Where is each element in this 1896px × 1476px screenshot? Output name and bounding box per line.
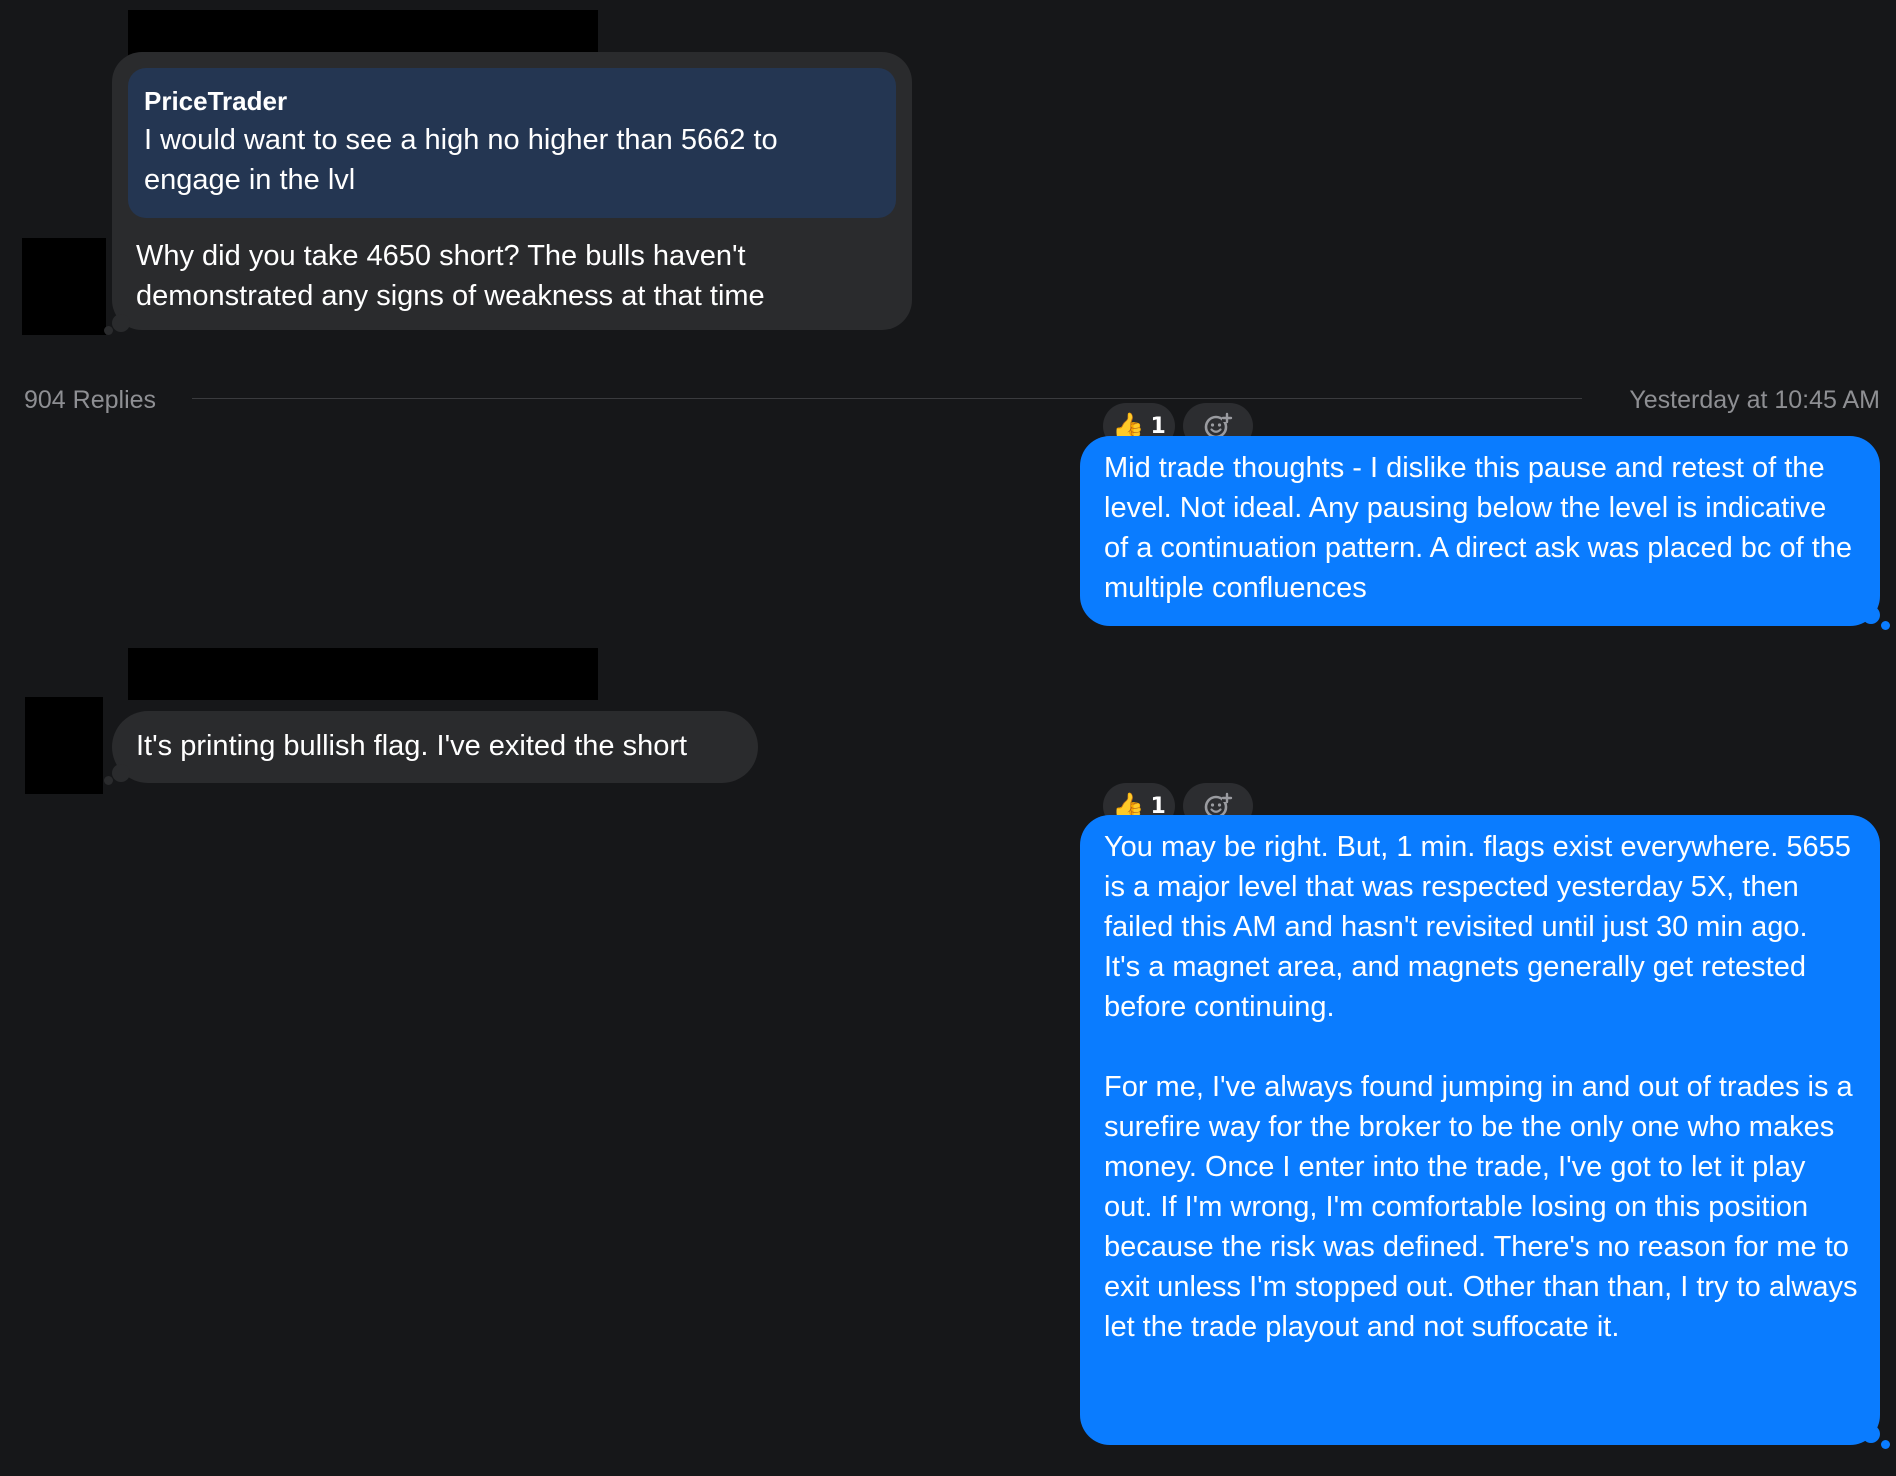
replies-count[interactable]: 904 Replies bbox=[24, 385, 156, 415]
bubble-tail bbox=[1862, 1425, 1880, 1443]
quoted-message[interactable]: PriceTrader I would want to see a high n… bbox=[128, 68, 896, 218]
incoming-message-bubble[interactable]: PriceTrader I would want to see a high n… bbox=[112, 52, 912, 330]
bubble-tail bbox=[104, 326, 113, 335]
bubble-tail bbox=[112, 764, 130, 782]
bubble-tail bbox=[104, 776, 113, 785]
quote-author: PriceTrader bbox=[144, 86, 288, 116]
message-text: You may be right. But, 1 min. flags exis… bbox=[1104, 831, 1858, 1343]
message-text: It's printing bullish flag. I've exited … bbox=[136, 730, 688, 762]
redacted-sender-name bbox=[128, 648, 598, 700]
message-text: Why did you take 4650 short? The bulls h… bbox=[136, 240, 765, 312]
outgoing-message-bubble[interactable]: You may be right. But, 1 min. flags exis… bbox=[1080, 815, 1880, 1445]
divider-timestamp: Yesterday at 10:45 AM bbox=[1629, 386, 1880, 414]
redacted-avatar[interactable] bbox=[25, 697, 103, 794]
reaction-count: 1 bbox=[1150, 413, 1166, 439]
divider-line bbox=[192, 398, 1582, 399]
incoming-message-bubble[interactable]: It's printing bullish flag. I've exited … bbox=[112, 711, 758, 783]
bubble-tail bbox=[1881, 621, 1890, 630]
bubble-tail bbox=[1881, 1440, 1890, 1449]
bubble-tail bbox=[112, 314, 130, 332]
message-text: Mid trade thoughts - I dislike this paus… bbox=[1104, 452, 1861, 604]
outgoing-message-bubble[interactable]: Mid trade thoughts - I dislike this paus… bbox=[1080, 436, 1880, 626]
redacted-avatar[interactable] bbox=[22, 238, 106, 335]
quote-text: I would want to see a high no higher tha… bbox=[144, 124, 778, 196]
bubble-tail bbox=[1862, 606, 1880, 624]
